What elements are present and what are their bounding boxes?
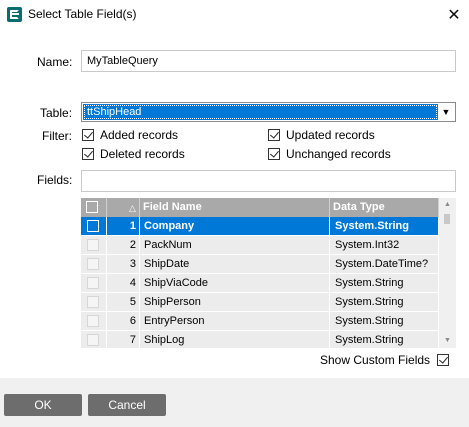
row-number: 5 bbox=[107, 293, 140, 312]
table-row[interactable]: 3 ShipDate System.DateTime? bbox=[81, 255, 439, 274]
data-type-cell: System.String bbox=[330, 293, 439, 312]
scrollbar-thumb[interactable] bbox=[444, 214, 450, 224]
field-name-cell: PackNum bbox=[140, 236, 330, 255]
filter-deleted-checkbox[interactable]: Deleted records bbox=[82, 147, 185, 161]
row-checkbox-cell[interactable] bbox=[81, 236, 107, 255]
data-type-cell: System.String bbox=[330, 312, 439, 331]
dialog-title: Select Table Field(s) bbox=[28, 7, 137, 21]
table-row[interactable]: 1 Company System.String bbox=[81, 217, 439, 236]
table-select-value: ttShipHead bbox=[83, 104, 438, 120]
data-type-cell: System.Int32 bbox=[330, 236, 439, 255]
app-logo-icon bbox=[7, 7, 22, 22]
checkbox-checked-icon bbox=[82, 129, 94, 141]
filter-added-label: Added records bbox=[100, 128, 179, 142]
checkbox-checked-icon bbox=[268, 129, 280, 141]
data-type-cell: System.String bbox=[330, 274, 439, 293]
show-custom-fields-checkbox[interactable]: Show Custom Fields bbox=[320, 353, 450, 367]
filter-unchanged-checkbox[interactable]: Unchanged records bbox=[268, 147, 391, 161]
row-checkbox[interactable] bbox=[87, 258, 99, 270]
row-checkbox-cell[interactable] bbox=[81, 274, 107, 293]
row-number-column-header[interactable]: △ bbox=[107, 198, 140, 217]
checkbox-checked-icon bbox=[268, 148, 280, 160]
row-checkbox[interactable] bbox=[87, 220, 99, 232]
row-checkbox[interactable] bbox=[87, 334, 99, 346]
scroll-down-icon[interactable]: ▼ bbox=[439, 336, 456, 346]
data-type-cell: System.String bbox=[330, 331, 439, 348]
field-name-cell: Company bbox=[140, 217, 330, 236]
close-button[interactable]: ✕ bbox=[439, 0, 469, 30]
table-label: Table: bbox=[40, 106, 73, 120]
table-select[interactable]: ttShipHead ▼ bbox=[81, 102, 456, 122]
scroll-up-icon[interactable]: ▲ bbox=[439, 200, 456, 210]
row-number: 2 bbox=[107, 236, 140, 255]
cancel-button[interactable]: Cancel bbox=[88, 394, 166, 416]
fields-grid: △ Field Name Data Type 1 Company System.… bbox=[81, 198, 456, 348]
row-checkbox[interactable] bbox=[87, 277, 99, 289]
table-row[interactable]: 6 EntryPerson System.String bbox=[81, 312, 439, 331]
checkbox-checked-icon bbox=[82, 148, 94, 160]
fields-label: Fields: bbox=[37, 173, 73, 187]
row-checkbox-cell[interactable] bbox=[81, 255, 107, 274]
filter-added-checkbox[interactable]: Added records bbox=[82, 128, 178, 142]
field-name-cell: ShipPerson bbox=[140, 293, 330, 312]
table-row[interactable]: 4 ShipViaCode System.String bbox=[81, 274, 439, 293]
filter-updated-checkbox[interactable]: Updated records bbox=[268, 128, 375, 142]
field-name-cell: ShipDate bbox=[140, 255, 330, 274]
row-checkbox-cell[interactable] bbox=[81, 217, 107, 236]
field-name-cell: ShipViaCode bbox=[140, 274, 330, 293]
ok-button[interactable]: OK bbox=[4, 394, 82, 416]
select-all-checkbox[interactable] bbox=[86, 201, 98, 213]
table-row[interactable]: 2 PackNum System.Int32 bbox=[81, 236, 439, 255]
row-number: 3 bbox=[107, 255, 140, 274]
name-field[interactable]: MyTableQuery bbox=[81, 50, 456, 72]
row-number: 6 bbox=[107, 312, 140, 331]
row-checkbox[interactable] bbox=[87, 296, 99, 308]
row-number: 4 bbox=[107, 274, 140, 293]
sort-ascending-icon: △ bbox=[129, 203, 136, 213]
row-checkbox-cell[interactable] bbox=[81, 293, 107, 312]
row-checkbox[interactable] bbox=[87, 315, 99, 327]
row-checkbox-cell[interactable] bbox=[81, 331, 107, 348]
row-checkbox-cell[interactable] bbox=[81, 312, 107, 331]
show-custom-fields-label: Show Custom Fields bbox=[320, 353, 431, 367]
field-name-cell: ShipLog bbox=[140, 331, 330, 348]
filter-label: Filter: bbox=[42, 129, 72, 143]
data-type-column-header[interactable]: Data Type bbox=[330, 198, 439, 217]
filter-unchanged-label: Unchanged records bbox=[286, 147, 391, 161]
field-name-cell: EntryPerson bbox=[140, 312, 330, 331]
table-row[interactable]: 7 ShipLog System.String bbox=[81, 331, 439, 348]
row-number: 7 bbox=[107, 331, 140, 348]
title-bar: Select Table Field(s) ✕ bbox=[0, 0, 469, 30]
grid-scrollbar[interactable]: ▲ ▼ bbox=[439, 198, 456, 348]
row-checkbox[interactable] bbox=[87, 239, 99, 251]
fields-field[interactable] bbox=[81, 170, 456, 192]
data-type-cell: System.DateTime? bbox=[330, 255, 439, 274]
chevron-down-icon[interactable]: ▼ bbox=[439, 105, 453, 119]
name-label: Name: bbox=[37, 55, 73, 69]
row-number: 1 bbox=[107, 217, 140, 236]
grid-header: △ Field Name Data Type bbox=[81, 198, 439, 217]
filter-updated-label: Updated records bbox=[286, 128, 375, 142]
name-field-value: MyTableQuery bbox=[87, 55, 158, 67]
dialog-window: Select Table Field(s) ✕ Name: MyTableQue… bbox=[0, 0, 469, 427]
data-type-cell: System.String bbox=[330, 217, 439, 236]
filter-deleted-label: Deleted records bbox=[100, 147, 185, 161]
field-name-column-header[interactable]: Field Name bbox=[140, 198, 330, 217]
table-row[interactable]: 5 ShipPerson System.String bbox=[81, 293, 439, 312]
select-all-column-header[interactable] bbox=[81, 198, 107, 217]
checkbox-checked-icon bbox=[437, 354, 450, 366]
